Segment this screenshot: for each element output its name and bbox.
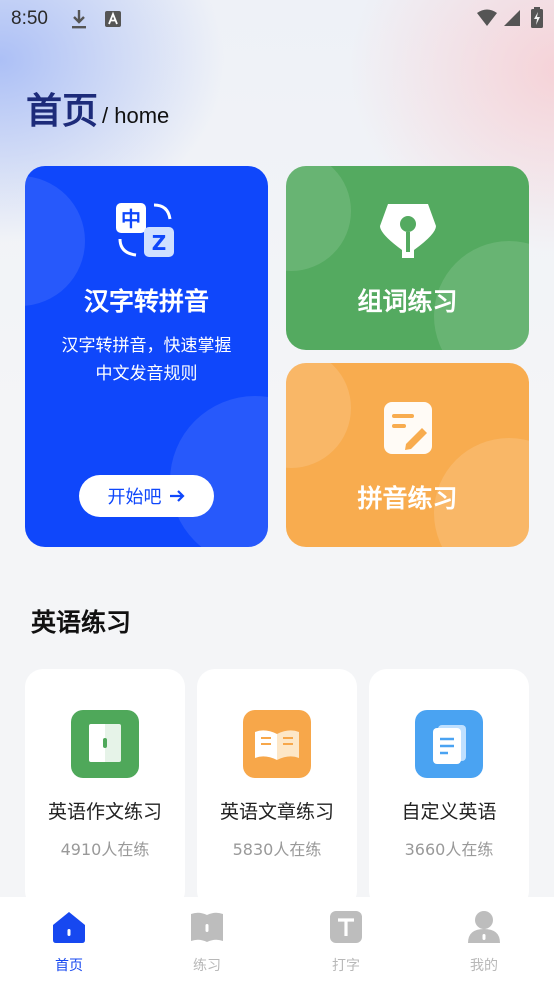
tab-mine-label: 我的 — [470, 958, 498, 974]
wifi-icon — [477, 9, 497, 26]
arrow-right-icon — [169, 490, 185, 502]
decor-blob — [286, 363, 351, 468]
tab-practice[interactable]: 练习 — [138, 897, 276, 984]
signal-icon — [504, 10, 520, 26]
hanzi-to-pinyin-card[interactable]: 中 Z 汉字转拼音 汉字转拼音，快速掌握 中文发音规则 开始吧 — [25, 166, 268, 547]
tab-typing-label: 打字 — [332, 958, 360, 974]
start-button-label: 开始吧 — [107, 487, 162, 508]
tab-mine[interactable]: 我的 — [415, 897, 553, 984]
book-tab-icon — [191, 912, 223, 942]
battery-charging-icon — [531, 7, 543, 28]
home-icon — [53, 912, 85, 943]
start-button[interactable]: 开始吧 — [79, 475, 214, 517]
bottom-tab-bar: 首页 练习 打字 我的 — [0, 897, 554, 984]
english-section-title: 英语练习 — [31, 608, 132, 637]
english-article-name: 英语文章练习 — [219, 801, 334, 823]
page-subtitle: / home — [102, 103, 170, 128]
keyboard-app-icon — [105, 11, 121, 27]
english-essay-count: 4910人在练 — [60, 840, 150, 859]
text-t-icon — [330, 911, 362, 943]
decor-blob — [170, 396, 268, 547]
word-practice-title: 组词练习 — [357, 287, 458, 316]
custom-english-name: 自定义英语 — [401, 801, 497, 823]
svg-text:中: 中 — [121, 207, 141, 231]
custom-english-count: 3660人在练 — [404, 840, 494, 859]
hanzi-card-desc-line2: 中文发音规则 — [95, 364, 198, 384]
english-article-card[interactable]: 英语文章练习 5830人在练 — [197, 669, 357, 909]
open-book-icon — [243, 710, 311, 778]
download-icon — [72, 10, 86, 29]
word-practice-card[interactable]: 组词练习 — [286, 166, 529, 350]
page-title: 首页 — [26, 91, 99, 132]
tab-home[interactable]: 首页 — [0, 897, 138, 984]
book-icon — [71, 710, 139, 778]
decor-blob — [286, 166, 351, 271]
status-time: 8:50 — [11, 8, 48, 29]
pen-nib-icon — [380, 204, 436, 258]
user-icon — [468, 911, 500, 943]
edit-note-icon — [384, 402, 432, 454]
tab-practice-label: 练习 — [193, 958, 221, 974]
tab-home-label: 首页 — [55, 958, 83, 974]
status-bar: 8:50 — [0, 0, 554, 38]
hanzi-card-desc-line1: 汉字转拼音，快速掌握 — [61, 336, 232, 356]
english-essay-card[interactable]: 英语作文练习 4910人在练 — [25, 669, 185, 909]
english-essay-name: 英语作文练习 — [47, 801, 162, 823]
pinyin-practice-title: 拼音练习 — [357, 484, 458, 513]
page-header: 首页 / home — [26, 82, 169, 134]
hanzi-card-title: 汉字转拼音 — [83, 287, 209, 316]
translate-icon: 中 Z — [116, 203, 174, 257]
pinyin-practice-card[interactable]: 拼音练习 — [286, 363, 529, 547]
tab-typing[interactable]: 打字 — [277, 897, 415, 984]
svg-text:Z: Z — [152, 231, 167, 255]
english-article-count: 5830人在练 — [232, 840, 322, 859]
notebook-icon — [415, 710, 483, 778]
custom-english-card[interactable]: 自定义英语 3660人在练 — [369, 669, 529, 909]
